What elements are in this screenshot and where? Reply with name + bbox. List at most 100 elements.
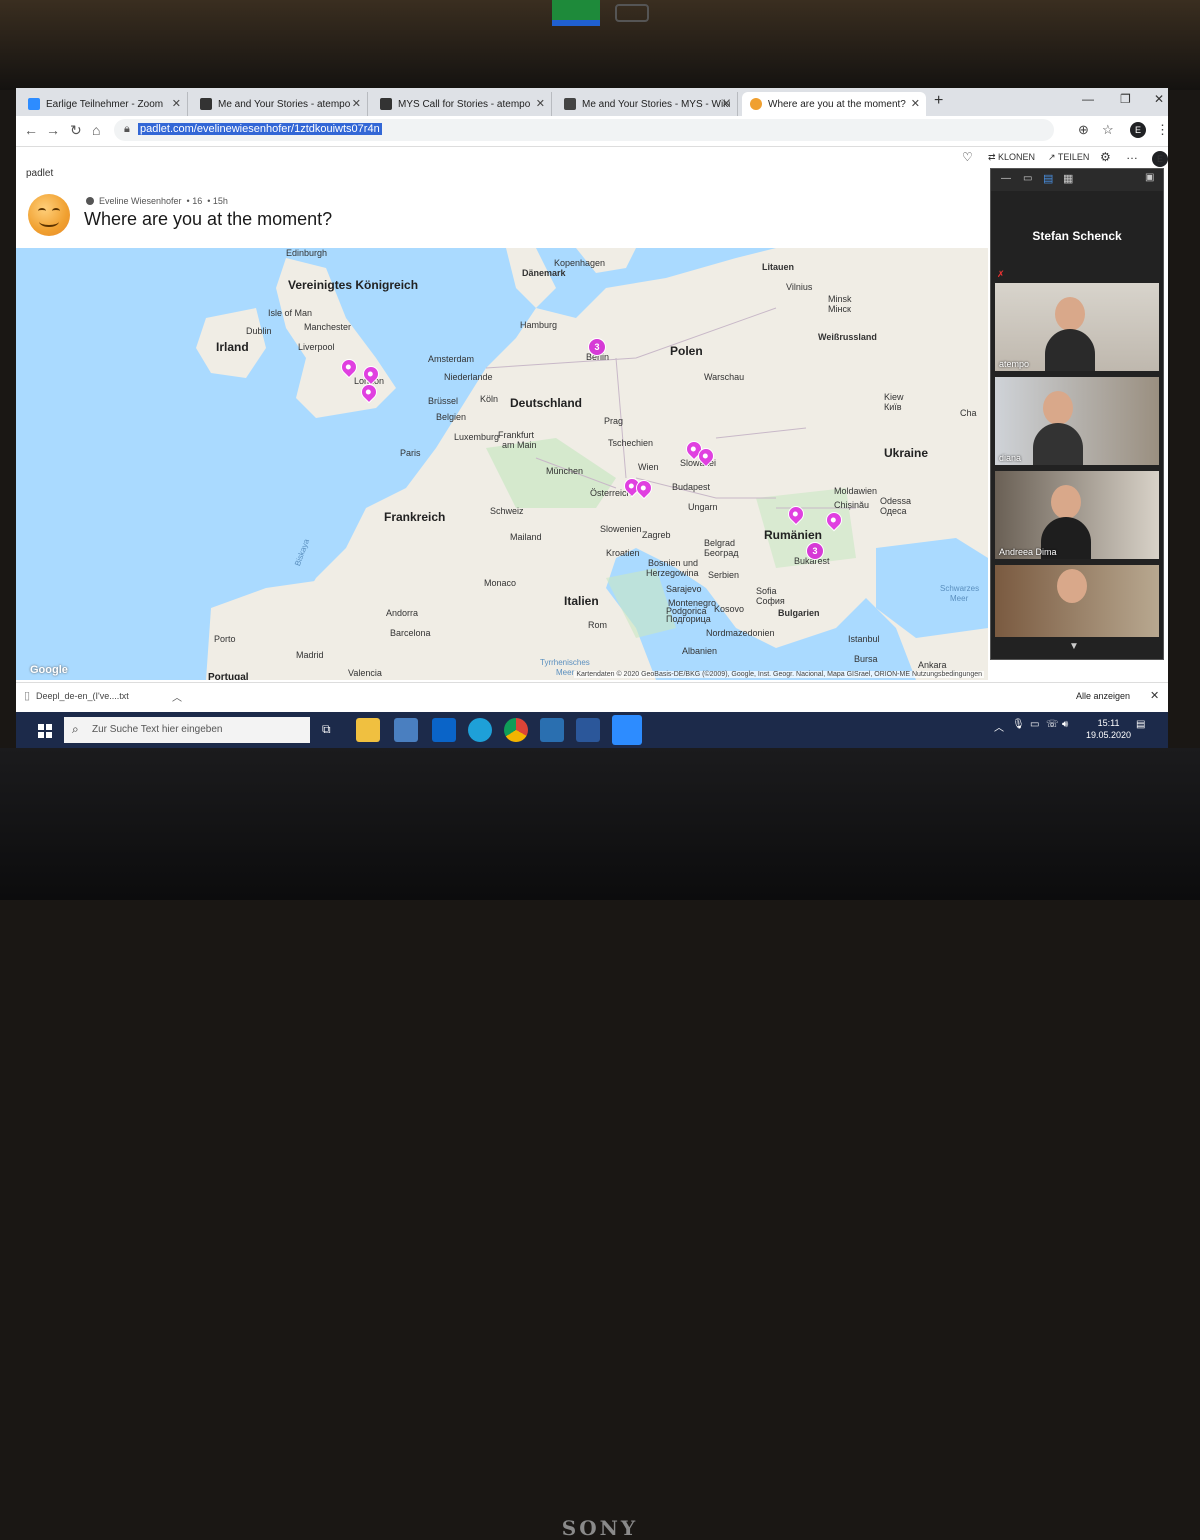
zoom-video-panel[interactable]: — ▭ ▤ ▦ ▣ Stefan Schenck ✗ atempo diana … bbox=[990, 168, 1164, 660]
outlook-icon[interactable] bbox=[432, 718, 456, 742]
participant-face bbox=[1051, 485, 1081, 519]
participant-tile[interactable] bbox=[995, 565, 1159, 637]
tab-mys-call-for-stories[interactable]: MYS Call for Stories - atempo ✕ bbox=[372, 92, 552, 116]
battery-icon[interactable]: ▭ bbox=[1030, 719, 1039, 730]
notifications-icon[interactable]: ▤ bbox=[1136, 719, 1145, 730]
reload-icon[interactable]: ↻ bbox=[70, 122, 82, 139]
speaker-view-icon[interactable]: ▤ bbox=[1043, 172, 1053, 185]
show-all-downloads-link[interactable]: Alle anzeigen bbox=[1076, 691, 1130, 701]
label-manchester: Manchester bbox=[304, 322, 352, 332]
close-icon[interactable]: ✕ bbox=[352, 97, 361, 110]
close-icon[interactable]: ✕ bbox=[172, 97, 181, 110]
label-minsk: Minsk bbox=[828, 294, 852, 304]
label-liverpool: Liverpool bbox=[298, 342, 335, 352]
label-prague: Prag bbox=[604, 416, 624, 426]
heart-icon[interactable]: ♡ bbox=[962, 150, 973, 164]
label-czech: Tschechien bbox=[608, 438, 654, 448]
label-odessa: Odessa bbox=[880, 496, 912, 506]
chevron-down-icon[interactable]: ▼ bbox=[1069, 641, 1079, 652]
share-label: TEILEN bbox=[1057, 152, 1090, 162]
label-zagreb: Zagreb bbox=[642, 530, 671, 540]
label-switzerland: Schweiz bbox=[490, 506, 524, 516]
close-icon[interactable]: ✕ bbox=[536, 97, 545, 110]
label-podgorica-cyrillic: Подгорица bbox=[666, 614, 711, 624]
map-attribution[interactable]: Kartendaten © 2020 GeoBasis-DE/BKG (©200… bbox=[574, 671, 984, 678]
label-albania: Albanien bbox=[682, 646, 718, 656]
tab-zoom[interactable]: Earlige Teilnehmer - Zoom ✕ bbox=[20, 92, 188, 116]
taskbar-clock[interactable]: 15:11 19.05.2020 bbox=[1086, 717, 1131, 741]
close-icon[interactable]: ✕ bbox=[911, 97, 920, 110]
download-item[interactable]: Deepl_de-en_(I've....txt bbox=[36, 691, 129, 701]
label-andorra: Andorra bbox=[386, 608, 419, 618]
share-button[interactable]: ↗ TEILEN bbox=[1048, 152, 1089, 163]
label-ireland: Irland bbox=[216, 340, 249, 354]
label-madrid: Madrid bbox=[296, 650, 324, 660]
label-ankara: Ankara bbox=[918, 660, 947, 670]
active-speaker-name: Stefan Schenck bbox=[1032, 229, 1122, 243]
label-cha: Cha bbox=[960, 408, 977, 418]
add-extension-icon[interactable]: ⊕ bbox=[1078, 122, 1089, 138]
network-icon[interactable]: ☏ bbox=[1046, 719, 1059, 730]
gear-icon[interactable]: ⚙ bbox=[1100, 150, 1111, 164]
address-bar[interactable]: 🔒︎ padlet.com/evelinewiesenhofer/1ztdkou… bbox=[114, 119, 1054, 141]
label-bosnia-1: Bosnien und bbox=[648, 558, 699, 568]
minimize-icon[interactable]: — bbox=[1082, 92, 1094, 106]
back-arrow-icon[interactable]: ← bbox=[24, 122, 38, 138]
label-valencia: Valencia bbox=[348, 668, 382, 678]
volume-icon[interactable]: 🔊︎ bbox=[1062, 719, 1068, 730]
participant-tile[interactable]: Andreea Dima bbox=[995, 471, 1159, 559]
task-view-icon[interactable]: ⧉ bbox=[322, 722, 331, 737]
forward-arrow-icon[interactable]: → bbox=[46, 122, 60, 138]
label-vienna: Wien bbox=[638, 462, 659, 472]
label-black-sea-2: Meer bbox=[950, 594, 969, 603]
tab-mys-wiki[interactable]: Me and Your Stories - MYS - Wiki ✕ bbox=[556, 92, 738, 116]
label-budapest: Budapest bbox=[672, 482, 711, 492]
label-kyiv-cyrillic: Київ bbox=[884, 402, 902, 412]
padlet-logo[interactable]: padlet bbox=[26, 168, 53, 179]
minimize-icon[interactable]: — bbox=[1001, 173, 1011, 184]
clone-label: KLONEN bbox=[998, 152, 1036, 162]
label-north-macedonia: Nordmazedonien bbox=[706, 628, 775, 638]
window-close-icon[interactable]: ✕ bbox=[1154, 92, 1164, 106]
gallery-view-icon[interactable]: ▦ bbox=[1063, 172, 1073, 185]
home-icon[interactable]: ⌂ bbox=[92, 122, 100, 138]
label-copenhagen: Kopenhagen bbox=[554, 258, 606, 268]
more-icon[interactable]: … bbox=[1126, 148, 1138, 162]
url-text[interactable]: padlet.com/evelinewiesenhofer/1ztdkouiwt… bbox=[138, 123, 382, 135]
word-icon[interactable] bbox=[576, 718, 600, 742]
app-icon[interactable] bbox=[540, 718, 564, 742]
label-bursa: Bursa bbox=[854, 654, 878, 664]
windows-start-icon[interactable] bbox=[38, 724, 52, 738]
file-explorer-icon[interactable] bbox=[356, 718, 380, 742]
label-istanbul: Istanbul bbox=[848, 634, 880, 644]
map-cluster-berlin[interactable]: 3 bbox=[588, 338, 606, 356]
tab-me-and-your-stories[interactable]: Me and Your Stories - atempo ✕ bbox=[192, 92, 368, 116]
chevron-up-icon[interactable]: ︿ bbox=[172, 689, 182, 704]
new-tab-plus-icon[interactable]: + bbox=[934, 92, 943, 110]
maximize-icon[interactable]: ❐ bbox=[1120, 92, 1131, 106]
browser-menu-icon[interactable]: ⋮ bbox=[1156, 122, 1168, 138]
clone-button[interactable]: ⇄ KLONEN bbox=[988, 152, 1035, 163]
participant-tile[interactable]: atempo bbox=[995, 283, 1159, 371]
profile-avatar[interactable]: E bbox=[1130, 122, 1146, 138]
expand-icon[interactable]: ▣ bbox=[1145, 172, 1154, 183]
padlet-user-avatar[interactable]: E bbox=[1152, 151, 1168, 167]
label-brussels: Brüssel bbox=[428, 396, 459, 406]
microphone-icon[interactable]: 🎙︎ bbox=[1012, 719, 1025, 730]
close-icon[interactable]: ✕ bbox=[1150, 689, 1159, 702]
participant-tile[interactable]: diana bbox=[995, 377, 1159, 465]
zoom-app-icon[interactable] bbox=[612, 715, 642, 745]
bookmark-star-icon[interactable]: ☆ bbox=[1102, 122, 1114, 138]
close-icon[interactable]: ✕ bbox=[722, 97, 731, 110]
chrome-icon[interactable] bbox=[504, 718, 528, 742]
edge-icon[interactable] bbox=[468, 718, 492, 742]
label-monaco: Monaco bbox=[484, 578, 517, 588]
taskbar-search[interactable]: ⌕ Zur Suche Text hier eingeben bbox=[64, 717, 310, 743]
strip-view-icon[interactable]: ▭ bbox=[1023, 173, 1032, 184]
label-sofia-cyrillic: София bbox=[756, 596, 785, 606]
tab-padlet-active[interactable]: Where are you at the moment? ✕ bbox=[742, 92, 926, 116]
network-app-icon[interactable] bbox=[394, 718, 418, 742]
map-view[interactable]: Vereinigtes Königreich Irland Dänemark D… bbox=[16, 248, 988, 680]
chevron-up-icon[interactable]: ︿ bbox=[994, 719, 1004, 734]
map-cluster-bucharest[interactable]: 3 bbox=[806, 542, 824, 560]
